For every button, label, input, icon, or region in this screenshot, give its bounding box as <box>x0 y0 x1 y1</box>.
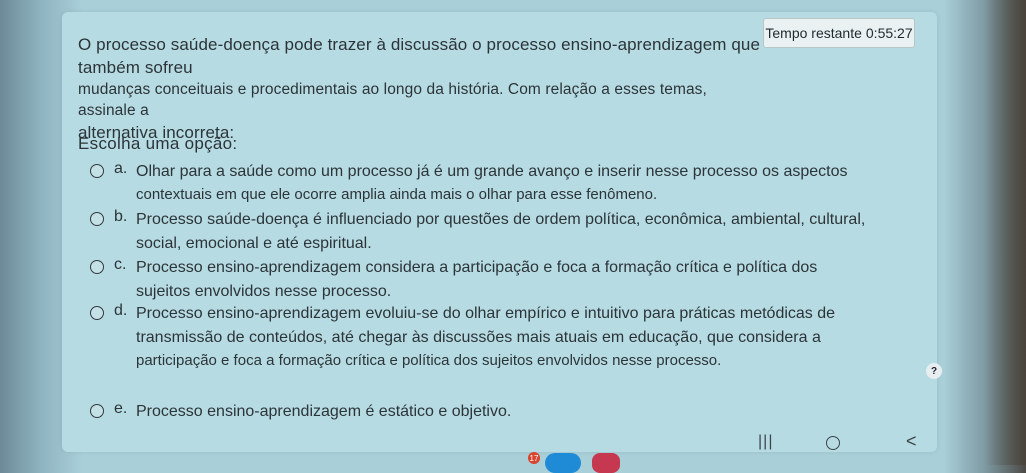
time-remaining-value: 0:55:27 <box>865 25 913 41</box>
help-icon[interactable]: ? <box>926 363 942 379</box>
question-line-1: O processo saúde-doença pode trazer à di… <box>78 35 760 77</box>
option-e[interactable]: e. Processo ensino-aprendizagem é estáti… <box>90 400 511 424</box>
screen-edge-shadow <box>985 0 1026 465</box>
app-icon-red[interactable] <box>592 453 620 473</box>
option-a-line-1: Olhar para a saúde como um processo já é… <box>136 163 848 180</box>
choose-option-label: Escolha uma opção: <box>78 134 238 153</box>
notification-badge: 17 <box>528 452 540 464</box>
option-letter-d: d. <box>114 302 128 319</box>
option-a[interactable]: a. Olhar para a saúde como um processo j… <box>90 160 848 207</box>
option-a-line-2: contextuais em que ele ocorre amplia ain… <box>136 186 658 203</box>
time-remaining: Tempo restante 0:55:27 <box>763 18 915 48</box>
radio-button-b[interactable] <box>90 212 104 226</box>
app-icon-blue[interactable] <box>545 453 581 473</box>
question-line-2: mudanças conceituais e procedimentais ao… <box>78 80 707 119</box>
option-c-line-2: sujeitos envolvidos nesse processo. <box>136 283 392 300</box>
option-letter-a: a. <box>114 160 128 177</box>
option-letter-c: c. <box>114 256 127 273</box>
option-b-line-2: social, emocional e até espiritual. <box>136 235 372 252</box>
option-letter-e: e. <box>114 400 128 417</box>
time-remaining-label: Tempo restante <box>765 25 862 41</box>
recent-apps-icon[interactable]: ||| <box>758 433 773 451</box>
question-text: O processo saúde-doença pode trazer à di… <box>78 34 768 145</box>
option-d[interactable]: d. Processo ensino-aprendizagem evoluiu-… <box>90 302 835 373</box>
option-e-line-1: Processo ensino-aprendizagem é estático … <box>136 403 512 420</box>
option-d-line-3: participação e foca a formação crítica e… <box>136 352 722 369</box>
back-icon[interactable]: < <box>906 431 917 452</box>
option-c[interactable]: c. Processo ensino-aprendizagem consider… <box>90 256 817 304</box>
radio-button-d[interactable] <box>90 306 104 320</box>
home-icon[interactable] <box>826 436 840 450</box>
radio-button-e[interactable] <box>90 404 104 418</box>
option-b[interactable]: b. Processo saúde-doença é influenciado … <box>90 208 865 256</box>
option-d-line-2: transmissão de conteúdos, até chegar às … <box>136 329 821 346</box>
radio-button-c[interactable] <box>90 260 104 274</box>
option-b-line-1: Processo saúde-doença é influenciado por… <box>136 211 866 228</box>
option-d-line-1: Processo ensino-aprendizagem evoluiu-se … <box>136 305 836 322</box>
radio-button-a[interactable] <box>90 164 104 178</box>
option-c-line-1: Processo ensino-aprendizagem considera a… <box>136 259 818 276</box>
option-letter-b: b. <box>114 208 128 225</box>
